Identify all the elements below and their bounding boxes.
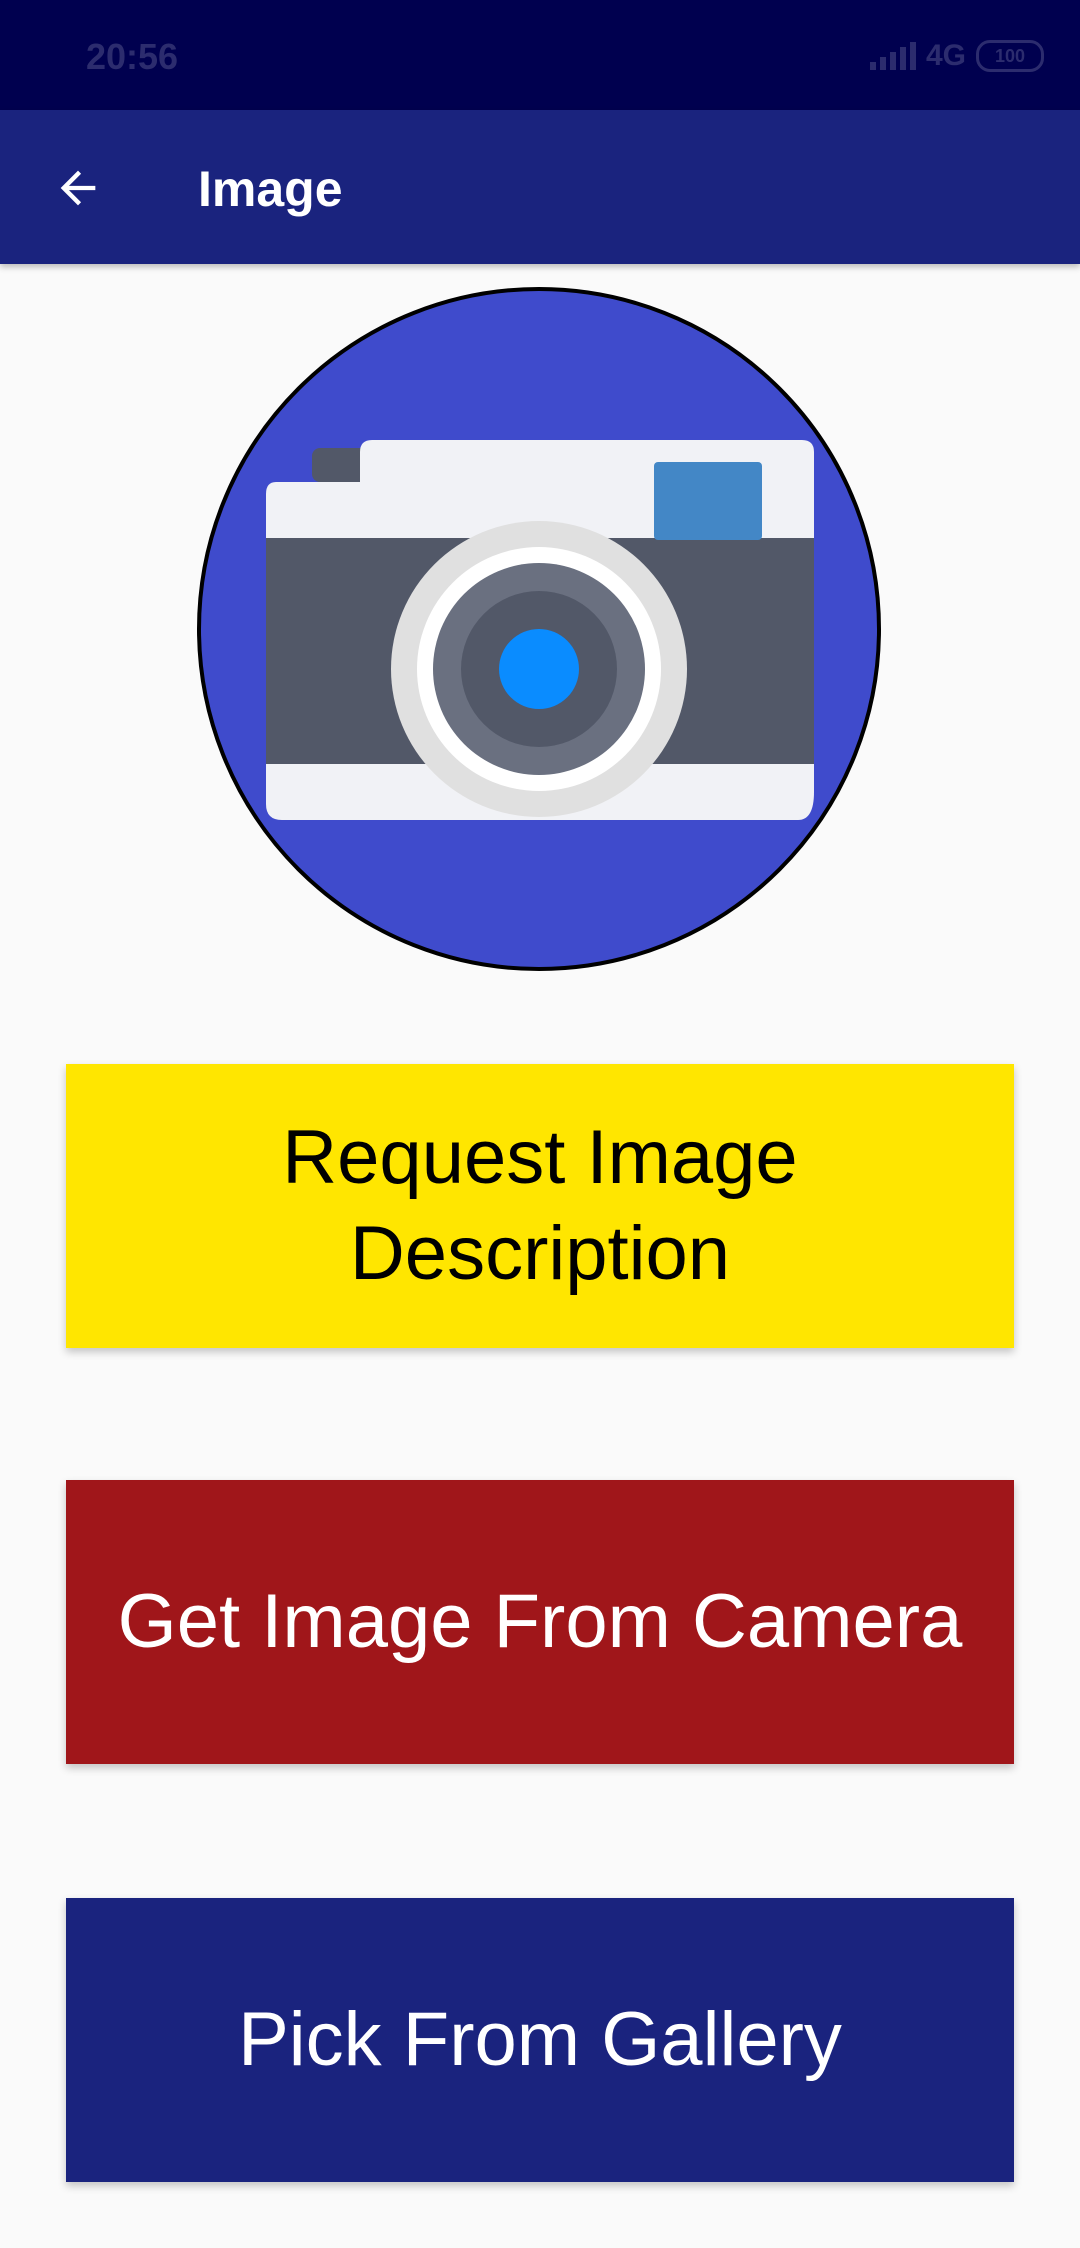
camera-image [196,286,882,972]
gallery-button[interactable]: Pick From Gallery [66,1898,1014,2182]
app-bar: Image [0,110,1080,264]
status-time: 20:56 [86,36,179,77]
request-description-button[interactable]: Request Image Description [66,1064,1014,1348]
status-icons: 4G 100 [869,38,1044,74]
back-button[interactable] [40,150,116,226]
status-bar: 20:56 4G 100 [0,0,1080,110]
battery-icon: 100 [976,40,1044,72]
signal-icon [869,42,916,70]
camera-button[interactable]: Get Image From Camera [66,1480,1014,1764]
camera-icon [197,287,881,971]
arrow-left-icon [60,170,96,206]
network-type: 4G [925,39,966,72]
page-title: Image [198,161,343,217]
